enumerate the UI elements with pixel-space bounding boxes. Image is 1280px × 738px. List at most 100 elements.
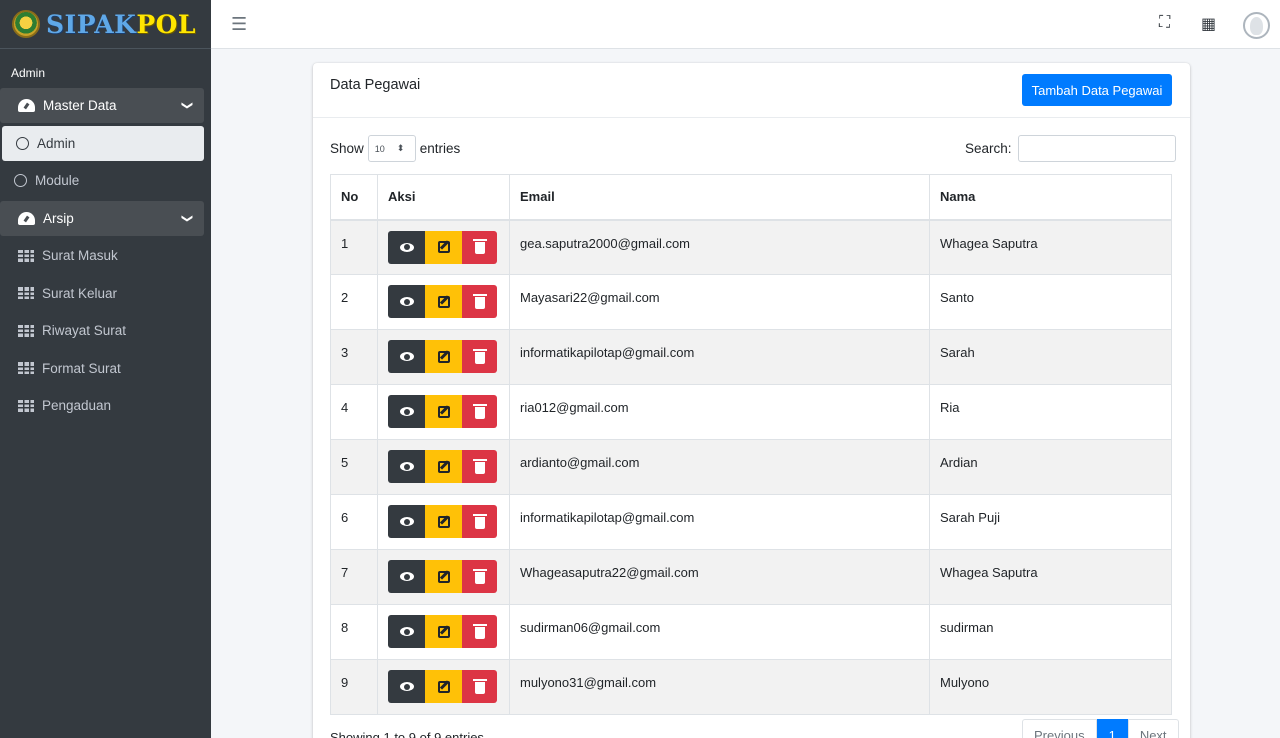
- cell-email: Whageasaputra22@gmail.com: [509, 549, 930, 605]
- card-header: Data Pegawai Tambah Data Pegawai: [313, 63, 1190, 118]
- eye-icon: [399, 242, 414, 252]
- sidebar-item-pengaduan[interactable]: Pengaduan: [0, 388, 204, 423]
- sidebar-item-riwayat-surat[interactable]: Riwayat Surat: [0, 313, 204, 348]
- edit-icon: [437, 680, 450, 693]
- edit-button[interactable]: [425, 285, 462, 318]
- action-buttons: [388, 670, 499, 703]
- eye-icon: [399, 517, 414, 526]
- trash-icon: [472, 348, 487, 364]
- sidebar-item-surat-masuk[interactable]: Surat Masuk: [0, 238, 204, 273]
- search-input[interactable]: [1017, 135, 1176, 162]
- table-row: 7 Whageasaputra22@gmail.com Whagea Saputra: [330, 549, 1172, 605]
- cell-no: 5: [330, 439, 378, 495]
- delete-button[interactable]: [462, 340, 497, 373]
- grid-icon[interactable]: ▦: [1201, 14, 1216, 34]
- delete-button[interactable]: [462, 285, 497, 318]
- table-icon: [18, 324, 34, 337]
- sidebar-item-label: Module: [35, 173, 80, 188]
- next-page-button[interactable]: Next: [1127, 719, 1179, 738]
- sidebar-item-label: Pengaduan: [42, 398, 112, 413]
- previous-page-button[interactable]: Previous: [1022, 719, 1097, 738]
- delete-button[interactable]: [462, 505, 497, 538]
- sidebar-item-format-surat[interactable]: Format Surat: [0, 351, 204, 386]
- edit-icon: [437, 350, 450, 363]
- sidebar-item-label: Surat Masuk: [42, 248, 118, 263]
- view-button[interactable]: [388, 615, 425, 648]
- cell-email: informatikapilotap@gmail.com: [509, 329, 930, 385]
- edit-button[interactable]: [425, 230, 462, 264]
- edit-icon: [437, 405, 450, 418]
- cell-no: 8: [330, 604, 378, 660]
- action-buttons: [388, 505, 499, 538]
- action-buttons: [388, 395, 499, 428]
- sidebar-item-label: Format Surat: [42, 360, 121, 376]
- expand-icon[interactable]: ⛶: [1159, 14, 1170, 32]
- delete-button[interactable]: [462, 670, 497, 703]
- cell-actions: [377, 329, 510, 385]
- user-avatar-icon[interactable]: [1243, 12, 1270, 39]
- page-title: Data Pegawai: [330, 77, 421, 93]
- delete-button[interactable]: [462, 230, 497, 264]
- edit-icon: [437, 295, 450, 308]
- table-row: 9 mulyono31@gmail.com Mulyono: [330, 659, 1172, 715]
- cell-email: sudirman06@gmail.com: [509, 604, 930, 660]
- cell-actions: [377, 494, 510, 550]
- cell-email: gea.saputra2000@gmail.com: [509, 219, 930, 275]
- action-buttons: [388, 230, 499, 264]
- trash-icon: [472, 568, 487, 584]
- sidebar-item-master-data[interactable]: Master Data ❯: [0, 88, 204, 123]
- cell-email: ardianto@gmail.com: [509, 439, 930, 495]
- view-button[interactable]: [388, 670, 425, 703]
- add-employee-button[interactable]: Tambah Data Pegawai: [1022, 74, 1172, 106]
- view-button[interactable]: [388, 450, 425, 483]
- chevron-down-icon: ❯: [180, 213, 193, 223]
- table-info: Showing 1 to 9 of 9 entries: [330, 730, 484, 738]
- sidebar-item-admin[interactable]: Admin: [2, 125, 204, 161]
- edit-button[interactable]: [425, 450, 462, 483]
- table-row: 8 sudirman06@gmail.com sudirman: [330, 604, 1172, 660]
- dashboard-icon: [18, 211, 35, 225]
- edit-button[interactable]: [425, 505, 462, 538]
- entries-select[interactable]: 10 ⬍: [367, 135, 416, 162]
- delete-button[interactable]: [462, 395, 497, 428]
- column-header-no[interactable]: No: [330, 174, 378, 221]
- sidebar-item-label: Riwayat Surat: [42, 323, 127, 338]
- cell-no: 7: [330, 549, 378, 605]
- column-header-email[interactable]: Email: [509, 174, 930, 221]
- delete-button[interactable]: [462, 450, 497, 483]
- table-row: 1 gea.saputra2000@gmail.com Whagea Saputra: [330, 219, 1172, 275]
- view-button[interactable]: [388, 560, 425, 593]
- view-button[interactable]: [388, 505, 425, 538]
- column-header-aksi[interactable]: Aksi: [377, 174, 510, 221]
- sidebar-nav: Master Data ❯ Admin Module Arsip ❯ Surat Masuk…: [0, 88, 211, 426]
- cell-email: informatikapilotap@gmail.com: [509, 494, 930, 550]
- brand[interactable]: SIPAKPOL: [0, 0, 211, 49]
- sidebar-item-label: Surat Keluar: [42, 285, 118, 301]
- eye-icon: [399, 572, 414, 581]
- hamburger-icon[interactable]: ☰: [231, 14, 247, 35]
- edit-button[interactable]: [425, 340, 462, 373]
- view-button[interactable]: [388, 395, 425, 428]
- entries-label: entries: [419, 141, 461, 156]
- page-1-button[interactable]: 1: [1096, 719, 1128, 738]
- search-label: Search:: [965, 141, 1012, 156]
- sidebar-item-surat-keluar[interactable]: Surat Keluar: [0, 276, 204, 311]
- sidebar-item-arsip[interactable]: Arsip ❯: [0, 200, 204, 236]
- edit-button[interactable]: [425, 395, 462, 428]
- delete-button[interactable]: [462, 615, 497, 648]
- table-row: 4 ria012@gmail.com Ria: [330, 384, 1172, 440]
- edit-button[interactable]: [425, 615, 462, 648]
- sidebar-item-module[interactable]: Module: [0, 163, 204, 198]
- edit-button[interactable]: [425, 560, 462, 593]
- edit-button[interactable]: [425, 670, 462, 703]
- column-header-nama[interactable]: Nama: [929, 174, 1172, 221]
- cell-no: 6: [330, 494, 378, 550]
- eye-icon: [399, 352, 414, 361]
- view-button[interactable]: [388, 285, 425, 318]
- edit-icon: [437, 241, 450, 253]
- entries-length: Show 10 ⬍ entries: [330, 135, 460, 162]
- delete-button[interactable]: [462, 560, 497, 593]
- view-button[interactable]: [388, 340, 425, 373]
- trash-icon: [472, 623, 487, 639]
- view-button[interactable]: [388, 230, 425, 264]
